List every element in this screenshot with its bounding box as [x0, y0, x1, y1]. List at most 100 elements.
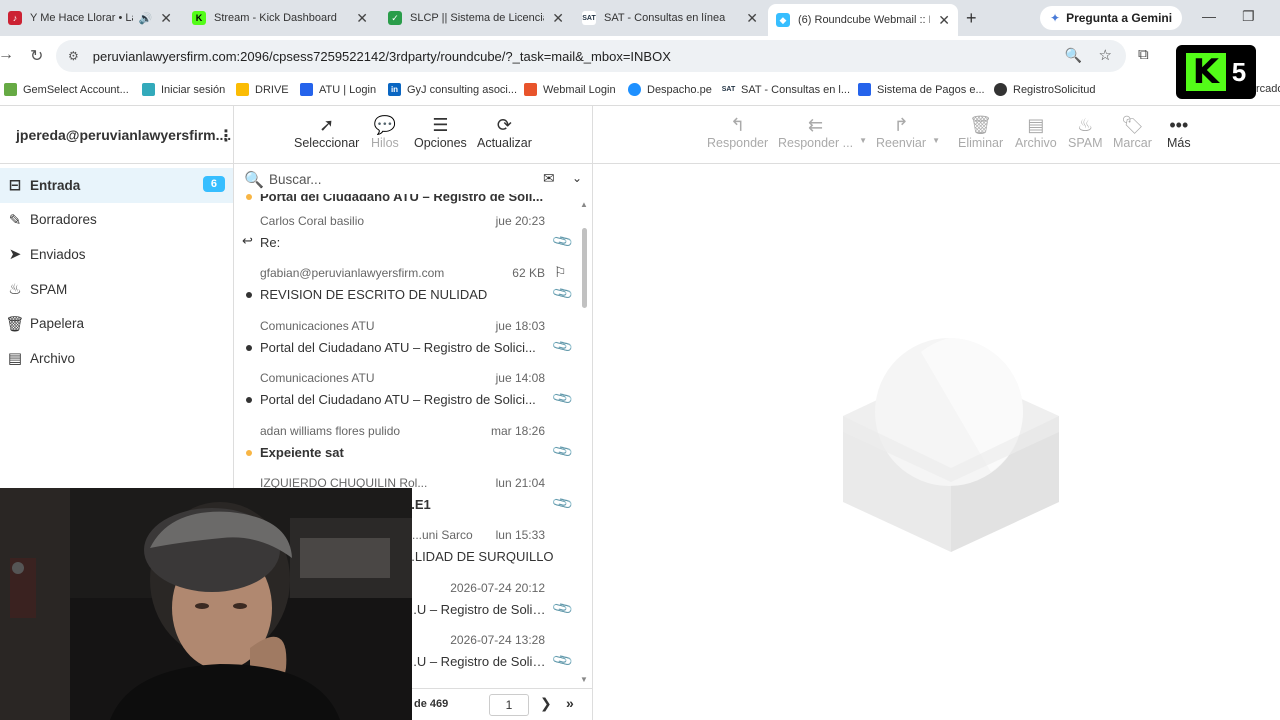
sat-icon: SAT	[722, 83, 735, 96]
reply-button[interactable]: ↰ Responder	[707, 114, 768, 150]
bookmark-favicon	[300, 83, 313, 96]
last-page-icon[interactable]: »	[566, 695, 574, 711]
bookmark-favicon	[858, 83, 871, 96]
list-item-partial[interactable]: Portal del Ciudadano ATU – Registro de S…	[234, 194, 586, 206]
tab-music[interactable]: ♪ Y Me Hace Llorar • La Ú 🔊 ✕	[0, 4, 180, 32]
caret-down-icon[interactable]: ▼	[932, 136, 940, 145]
scroll-down-icon[interactable]: ▼	[580, 675, 588, 684]
inbox-icon: ⊟	[8, 177, 22, 195]
search-icon: 🔍	[244, 172, 264, 189]
read-dot	[246, 397, 252, 404]
omnibox[interactable]: ⚙ peruvianlawyersfirm.com:2096/cpsess725…	[56, 40, 1126, 72]
gemini-button[interactable]: ✦ Pregunta a Gemini	[1040, 6, 1183, 30]
folder-trash[interactable]: 🗑 Papelera	[0, 306, 233, 341]
bookmark-favicon	[4, 83, 17, 96]
search-input[interactable]: Buscar...	[269, 172, 322, 187]
flag-icon[interactable]: ⚐	[554, 264, 567, 281]
bookmark-item[interactable]: ATU | Login	[300, 83, 376, 96]
unread-count-badge: 6	[202, 176, 225, 192]
bookmark-label: ATU | Login	[319, 83, 377, 96]
folder-drafts[interactable]: ✎ Borradores	[0, 203, 233, 238]
select-button[interactable]: ➚ Seleccionar	[294, 114, 359, 150]
speaker-icon[interactable]: 🔊	[139, 12, 153, 25]
refresh-button[interactable]: ⟳ Actualizar	[477, 114, 532, 150]
zoom-icon[interactable]: 🔍	[1065, 47, 1082, 64]
restore-icon[interactable]: ❐	[1242, 8, 1255, 25]
reply-all-button[interactable]: ⇇ Responder ... ▼	[778, 114, 867, 150]
bookmark-item[interactable]: Despacho.pe	[628, 83, 712, 96]
scroll-up-icon[interactable]: ▲	[580, 200, 588, 209]
delete-button[interactable]: 🗑 Eliminar	[958, 114, 1003, 150]
spam-button[interactable]: ♨ SPAM	[1068, 114, 1103, 150]
tab-kick[interactable]: K Stream - Kick Dashboard ✕	[184, 4, 376, 32]
folder-sent[interactable]: ➤ Enviados	[0, 237, 233, 272]
bookmark-item[interactable]: Webmail Login	[524, 83, 616, 96]
envelope-icon[interactable]: ✉	[543, 170, 555, 187]
list-item[interactable]: Comunicaciones ATU jue 18:03 Portal del …	[234, 311, 586, 363]
url-text[interactable]: peruvianlawyersfirm.com:2096/cpsess72595…	[93, 49, 671, 64]
list-item[interactable]: gfabian@peruvianlawyersfirm.com 62 KB ⚐ …	[234, 258, 586, 310]
bookmark-item[interactable]: GemSelect Account...	[4, 83, 129, 96]
send-icon: ➤	[8, 246, 22, 264]
close-icon[interactable]: ✕	[356, 10, 368, 27]
bookmark-item[interactable]: SAT SAT - Consultas en l...	[722, 83, 850, 96]
tab-slcp[interactable]: ✓ SLCP || Sistema de Licencias ✕	[380, 4, 572, 32]
bookmark-label: GemSelect Account...	[23, 83, 129, 96]
button-label: Más	[1167, 136, 1191, 150]
folder-spam[interactable]: ♨ SPAM	[0, 272, 233, 307]
next-page-icon[interactable]: ❯	[540, 695, 552, 712]
account-menu-icon[interactable]: ⋮	[218, 126, 234, 146]
tab-sat[interactable]: SAT SAT - Consultas en línea ✕	[574, 4, 766, 32]
list-item[interactable]: adan williams flores pulido mar 18:26 Ex…	[234, 416, 586, 468]
folder-archive[interactable]: ▤ Archivo	[0, 341, 233, 376]
scroll-thumb[interactable]	[582, 228, 587, 308]
threads-button[interactable]: 💬 Hilos	[371, 114, 399, 150]
bookmark-favicon	[628, 83, 641, 96]
list-item[interactable]: Carlos Coral basilio jue 20:23 ↩ Re: 📎	[234, 206, 586, 258]
more-button[interactable]: ••• Más	[1167, 114, 1191, 150]
bookmark-label: SAT - Consultas en l...	[741, 83, 851, 96]
list-item[interactable]: Comunicaciones ATU jue 14:08 Portal del …	[234, 363, 586, 415]
close-icon[interactable]: ✕	[160, 10, 172, 27]
folder-label: Papelera	[30, 316, 85, 332]
bookmark-item[interactable]: DRIVE	[236, 83, 289, 96]
bookmark-item[interactable]: Sistema de Pagos e...	[858, 83, 985, 96]
bookmark-star-icon[interactable]: ☆	[1099, 46, 1112, 64]
kick-icon: K	[192, 11, 206, 25]
bookmark-item[interactable]: in GyJ consulting asoci...	[388, 83, 517, 96]
options-button[interactable]: ☰ Opciones	[414, 114, 467, 150]
bookmark-label: Despacho.pe	[647, 83, 712, 96]
search-bar[interactable]: 🔍 Buscar... ✉ ⌄	[234, 164, 592, 194]
bookmark-overflow[interactable]: rcado	[1256, 83, 1280, 95]
extensions-icon[interactable]: ⧉	[1138, 46, 1149, 63]
attachment-icon: 📎	[550, 334, 575, 358]
close-icon[interactable]: ✕	[938, 12, 950, 29]
tab-roundcube[interactable]: ◆ (6) Roundcube Webmail :: En ✕	[768, 4, 958, 36]
attachment-icon: 📎	[550, 439, 575, 463]
minimize-icon[interactable]: —	[1202, 8, 1216, 24]
site-info-icon[interactable]: ⚙	[68, 49, 79, 63]
forward-button[interactable]: ↱ Reenviar ▼	[876, 114, 940, 150]
reload-icon[interactable]: ↻	[30, 46, 43, 66]
trash-icon: 🗑	[969, 115, 992, 135]
archive-button[interactable]: ▤ Archivo	[1015, 114, 1057, 150]
caret-down-icon[interactable]: ▼	[859, 136, 867, 145]
page-number-input[interactable]: 1	[489, 694, 529, 716]
message-count: de 469	[414, 698, 449, 710]
button-label: SPAM	[1068, 136, 1103, 150]
attachment-icon: 📎	[550, 281, 575, 306]
close-icon[interactable]: ✕	[552, 10, 564, 27]
close-icon[interactable]: ✕	[746, 10, 758, 27]
bookmark-item[interactable]: Iniciar sesión	[142, 83, 225, 96]
chevron-down-icon[interactable]: ⌄	[572, 171, 582, 185]
back-icon[interactable]: →	[0, 46, 14, 64]
list-scrollbar[interactable]: ▲ ▼	[580, 200, 588, 684]
mark-button[interactable]: 🏷 Marcar	[1113, 114, 1152, 150]
folder-inbox[interactable]: ⊟ Entrada 6	[0, 168, 233, 203]
bookmark-item[interactable]: RegistroSolicitud	[994, 83, 1096, 96]
tab-title: Y Me Hace Llorar • La Ú	[30, 12, 133, 24]
folder-label: Enviados	[30, 246, 86, 262]
new-tab-button[interactable]: +	[966, 8, 977, 29]
preview-pane: ↰ Responder ⇇ Responder ... ▼ ↱ Reenviar…	[593, 106, 1280, 720]
gemini-star-icon: ✦	[1050, 11, 1061, 25]
